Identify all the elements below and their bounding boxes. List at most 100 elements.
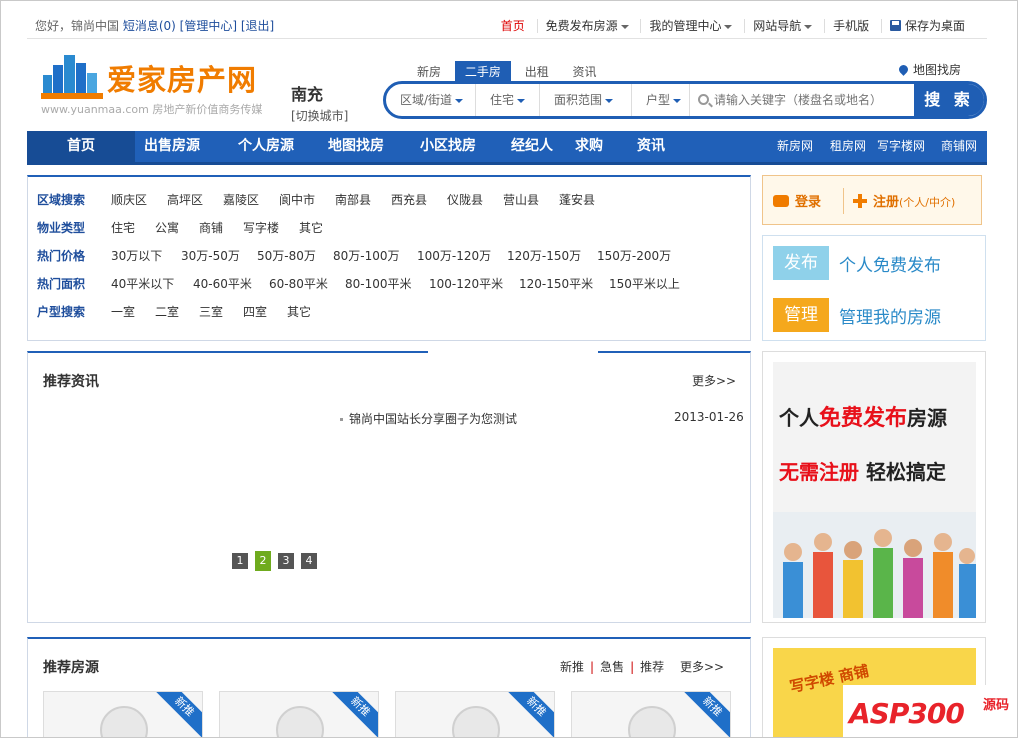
listings-panel-title: 推荐房源 [43,660,99,676]
area-range-select[interactable]: 面积范围 [540,84,632,116]
placeholder-photo-icon [100,706,148,737]
map-search-link[interactable]: 地图找房 [897,61,962,78]
switch-city-link[interactable]: [切换城市] [291,107,348,124]
property-type-select[interactable]: 住宅 [476,84,540,116]
filter-option[interactable]: 住宅 [111,219,135,236]
messages-link[interactable]: 短消息(0) [123,19,176,33]
map-search-label: 地图找房 [913,63,962,77]
filter-option[interactable]: 二室 [155,303,179,320]
placeholder-photo-icon [276,706,324,737]
banner-highlight: 免费发布 [819,406,908,431]
page-button[interactable]: 4 [301,553,317,569]
search-tab-news[interactable]: 资讯 [563,61,607,82]
filter-option[interactable]: 其它 [299,219,323,236]
news-item-title[interactable]: 锦尚中国站长分享圈子为您测试 [340,410,517,427]
logout-link[interactable]: [退出] [241,19,274,33]
news-more-link[interactable]: 更多>> [692,372,736,389]
admin-link[interactable]: [管理中心] [180,19,237,33]
layout-select-value: 户型 [646,93,671,107]
filter-option[interactable]: 蓬安县 [559,191,595,208]
register-button[interactable]: 注册(个人/中介) [853,191,955,210]
brand-name: 爱家房产网 [107,63,258,97]
filter-option[interactable]: 40平米以下 [111,275,174,292]
filter-option[interactable]: 其它 [287,303,311,320]
filter-option[interactable]: 30万以下 [111,247,162,264]
filter-option[interactable]: 80-100平米 [345,275,412,292]
listings-tab-new[interactable]: 新推 [560,660,584,674]
filter-option[interactable]: 写字楼 [243,219,279,236]
filter-option[interactable]: 仪陇县 [447,191,483,208]
nav-shop-site[interactable]: 商铺网 [941,131,977,162]
filter-option[interactable]: 30万-50万 [181,247,240,264]
filter-option[interactable]: 四室 [243,303,267,320]
search-button[interactable]: 搜 索 [914,84,984,116]
filter-option[interactable]: 西充县 [391,191,427,208]
filter-option[interactable]: 80万-100万 [333,247,400,264]
quick-actions-box: 发布 个人免费发布 管理 管理我的房源 [762,235,986,341]
nav-news[interactable]: 资讯 [611,131,691,162]
login-button[interactable]: 登录 [773,191,821,210]
nav-new-house-site[interactable]: 新房网 [777,131,813,162]
filter-option[interactable]: 营山县 [503,191,539,208]
top-link-site-nav[interactable]: 网站导航 [744,19,821,33]
publish-free-button[interactable]: 发布 个人免费发布 [773,246,941,280]
filter-option[interactable]: 高坪区 [167,191,203,208]
banner-text: 轻松搞定 [865,460,946,484]
filter-option[interactable]: 南部县 [335,191,371,208]
listing-card[interactable]: 新推 [43,691,203,737]
listings-tab-urgent[interactable]: 急售 [600,660,624,674]
chevron-down-icon [455,98,464,103]
filter-label: 户型搜索 [37,305,86,319]
top-link-my-center[interactable]: 我的管理中心 [640,19,741,33]
search-tab-second-hand[interactable]: 二手房 [454,61,511,82]
filter-option[interactable]: 三室 [199,303,223,320]
user-status: 您好，锦尚中国 短消息(0) [管理中心] [退出] [35,17,274,34]
chevron-down-icon [804,24,813,29]
layout-select[interactable]: 户型 [632,84,690,116]
filter-option[interactable]: 50万-80万 [257,247,316,264]
filter-label: 热门面积 [37,277,86,291]
filter-option[interactable]: 40-60平米 [193,275,252,292]
page-button-current[interactable]: 2 [255,551,271,571]
filter-option[interactable]: 100万-120万 [417,247,491,264]
search-tab-new[interactable]: 新房 [407,61,451,82]
page-button[interactable]: 1 [232,553,248,569]
top-link-save-desktop[interactable]: 保存为桌面 [880,19,973,33]
divider [843,188,844,214]
filter-option[interactable]: 60-80平米 [269,275,328,292]
district-select-value: 区域/街道 [400,93,453,107]
top-link-mobile[interactable]: 手机版 [824,19,878,33]
nav-office-site[interactable]: 写字楼网 [877,131,925,162]
listing-card[interactable]: 新推 [395,691,555,737]
filter-option[interactable]: 100-120平米 [429,275,503,292]
top-link-home[interactable]: 首页 [493,19,533,33]
city-name: 南充 [291,85,324,104]
top-link-publish[interactable]: 免费发布房源 [536,19,637,33]
nav-rental-site[interactable]: 租房网 [830,131,866,162]
listings-tab-recommended[interactable]: 推荐 [640,660,664,674]
search-input[interactable] [692,84,912,116]
free-publish-banner[interactable]: 个人免费发布房源 无需注册 轻松搞定 [773,362,976,618]
main-nav: 首页 出售房源 个人房源 地图找房 小区找房 经纪人 求购 资讯 新房网 租房网… [27,131,987,165]
filter-option[interactable]: 嘉陵区 [223,191,259,208]
filter-option[interactable]: 120万-150万 [507,247,581,264]
listing-card[interactable]: 新推 [219,691,379,737]
site-logo[interactable]: 爱家房产网 www.yuanmaa.com 房地产新价值商务传媒 [41,53,271,117]
chat-icon [773,195,789,207]
filter-option[interactable]: 阆中市 [279,191,315,208]
district-select[interactable]: 区域/街道 [386,84,476,116]
banner-line-1: 个人免费发布房源 [779,400,947,432]
filter-option[interactable]: 商铺 [199,219,223,236]
filter-option[interactable]: 一室 [111,303,135,320]
filter-option[interactable]: 150万-200万 [597,247,671,264]
search-tab-rent[interactable]: 出租 [515,61,559,82]
filter-option[interactable]: 120-150平米 [519,275,593,292]
listing-card[interactable]: 新推 [571,691,731,737]
filter-option[interactable]: 顺庆区 [111,191,147,208]
listings-more-link[interactable]: 更多>> [680,660,724,674]
filter-option[interactable]: 150平米以上 [609,275,680,292]
manage-listings-button[interactable]: 管理 管理我的房源 [773,298,941,332]
page-button[interactable]: 3 [278,553,294,569]
save-icon [889,20,901,31]
filter-option[interactable]: 公寓 [155,219,179,236]
